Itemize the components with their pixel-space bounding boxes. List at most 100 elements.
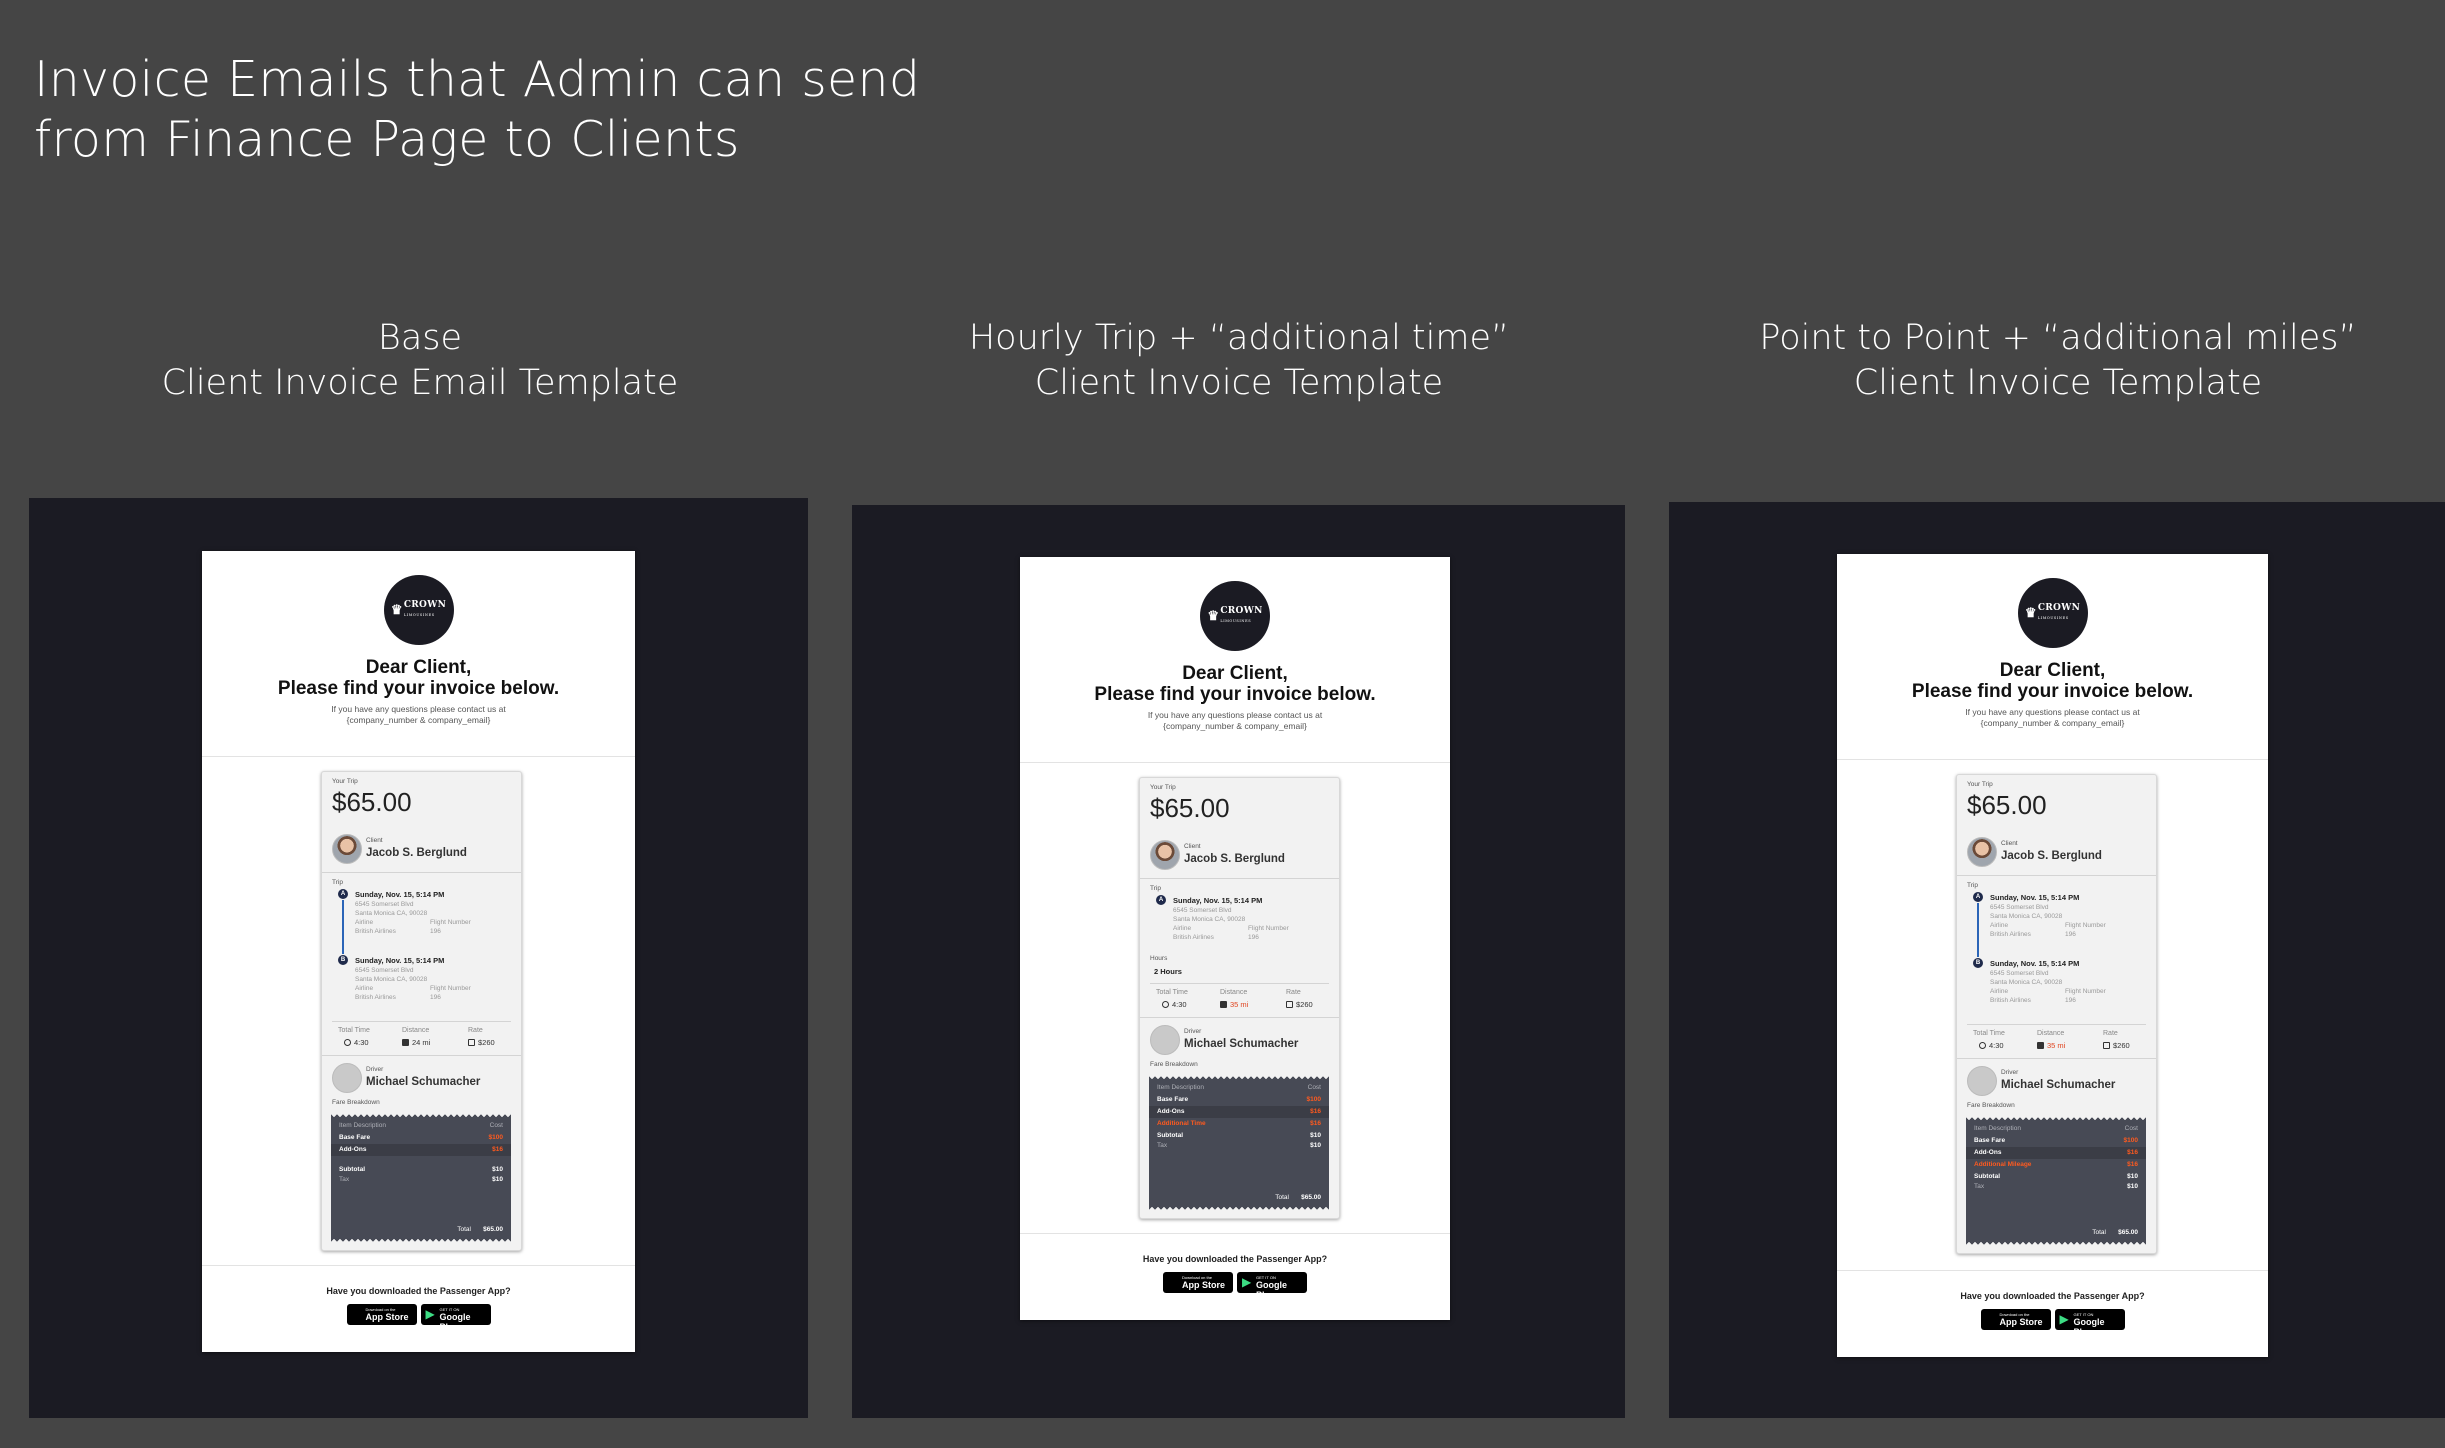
email-footer: Have you downloaded the Passenger App? Do…	[202, 1265, 635, 1352]
trip-label: Trip	[332, 879, 343, 886]
stop-marker-b: B	[1973, 958, 1983, 968]
driver-name: Michael Schumacher	[2001, 1079, 2116, 1091]
total-time-label: Total Time	[1156, 989, 1188, 996]
play-icon: ▶	[2059, 1312, 2069, 1326]
total-time-label: Total Time	[1973, 1030, 2005, 1037]
google-play-badge[interactable]: ▶ GET IT ON Google Play	[420, 1304, 491, 1332]
invoice-email-card: ♛ CROWN LIMOUSINES Dear Client, Please find …	[1020, 557, 1450, 1320]
play-icon: ▶	[1242, 1275, 1252, 1289]
flight-label: Flight Number	[430, 985, 471, 992]
address-line1: 6545 Somerset Blvd	[1990, 970, 2049, 977]
fare-item: Base Fare	[1974, 1137, 2006, 1144]
invoice-email-card: ♛ CROWN LIMOUSINES Dear Client, Please find …	[202, 551, 635, 1352]
flight-value: 196	[2065, 931, 2076, 938]
column-heading-line1: Hourly Trip + “additional time”	[968, 318, 1510, 358]
rate: $260	[2113, 1041, 2130, 1050]
store-badges: Download on the App Store ▶ GET IT ON Google…	[202, 1304, 635, 1332]
distance-label: Distance	[2037, 1030, 2065, 1037]
app-download-question: Have you downloaded the Passenger App?	[1960, 1291, 2145, 1301]
stop-marker-a: A	[338, 889, 348, 899]
rate-label: Rate	[2103, 1030, 2118, 1037]
total-time: 4:30	[354, 1038, 369, 1047]
fare-cost: $16	[2127, 1161, 2138, 1168]
store-badges: Download on the App Store ▶ GET IT ON Google…	[1837, 1309, 2268, 1337]
fare-cost: $16	[1310, 1108, 1321, 1115]
driver-label: Driver	[1184, 1028, 1202, 1035]
logo-name: CROWN	[403, 599, 447, 610]
route-line	[1977, 903, 1979, 957]
fare-item: Tax	[1974, 1183, 1985, 1190]
column-heading-base: Base Client Invoice Email Template	[10, 316, 830, 406]
stop-address: 6545 Somerset Blvd Santa Monica CA, 90028	[1173, 906, 1245, 924]
map-icon	[2037, 1042, 2044, 1049]
address-line1: 6545 Somerset Blvd	[355, 901, 414, 908]
stop-date: Sunday, Nov. 15, 5:14 PM	[1173, 896, 1263, 905]
app-store-badge[interactable]: Download on the App Store	[1163, 1272, 1233, 1293]
fare-item: Base Fare	[339, 1134, 371, 1141]
contact-line1: If you have any questions please contact…	[1147, 710, 1323, 720]
fare-row: Add-Ons $16	[1149, 1106, 1329, 1118]
fare-total-row: Total $65.00	[1966, 1227, 2146, 1239]
fare-item: Add-Ons	[1974, 1149, 2002, 1156]
your-trip-label: Your Trip	[1967, 781, 1993, 788]
fare-breakdown-label: Fare Breakdown	[332, 1099, 380, 1106]
rate: $260	[1296, 1000, 1313, 1009]
fare-row: Additional Mileage $16	[1966, 1159, 2146, 1171]
rate-icon	[2103, 1042, 2110, 1049]
logo-text: CROWN LIMOUSINES	[1220, 606, 1262, 626]
stop-date: Sunday, Nov. 15, 5:14 PM	[355, 890, 445, 899]
stop-date: Sunday, Nov. 15, 5:14 PM	[355, 956, 445, 965]
greeting-line2: Please find your invoice below.	[277, 678, 560, 699]
crown-logo: ♛ CROWN LIMOUSINES	[383, 575, 454, 645]
driver-avatar	[332, 1063, 362, 1093]
google-play-badge[interactable]: ▶ GET IT ON Google Play	[2054, 1309, 2125, 1337]
distance-value: 35 mi	[1220, 1000, 1248, 1009]
client-name: Jacob S. Berglund	[2001, 850, 2102, 862]
airline-value: British Airlines	[355, 994, 396, 1001]
fare-breakdown: Item Description Cost Base Fare $100 Add-Ons…	[331, 1118, 511, 1243]
address-line2: Santa Monica CA, 90028	[355, 910, 428, 917]
route-line	[342, 900, 344, 954]
logo-subtitle: LIMOUSINES	[403, 612, 435, 617]
greeting-line2: Please find your invoice below.	[1094, 684, 1376, 705]
driver-name: Michael Schumacher	[366, 1076, 481, 1088]
client-label: Client	[366, 837, 383, 844]
total-time: 4:30	[1989, 1041, 2004, 1050]
store-badges: Download on the App Store ▶ GET IT ON Google…	[1020, 1272, 1450, 1300]
fare-row: Add-Ons $16	[1966, 1147, 2146, 1159]
column-heading-line1: Base	[377, 318, 463, 358]
trip-amount: $65.00	[1150, 793, 1230, 823]
airline-label: Airline	[1173, 925, 1192, 932]
driver-name: Michael Schumacher	[1184, 1038, 1299, 1050]
divider	[332, 1021, 511, 1022]
contact-line2: {company_number & company_email}	[1980, 718, 2125, 728]
flight-info: Flight Number 196	[1248, 924, 1289, 942]
crown-icon: ♛	[1207, 608, 1220, 624]
app-store-bottom: App Store	[365, 1312, 409, 1322]
app-store-badge[interactable]: Download on the App Store	[346, 1304, 417, 1325]
logo-text: CROWN LIMOUSINES	[2038, 603, 2080, 623]
driver-avatar	[1150, 1025, 1180, 1055]
crown-icon: ♛	[2024, 605, 2037, 621]
fare-item: Tax	[1157, 1142, 1168, 1149]
fare-header-row: Item Description Cost	[331, 1120, 511, 1132]
rate-value: $260	[2103, 1041, 2130, 1050]
your-trip-label: Your Trip	[1150, 784, 1176, 791]
clock-icon	[1162, 1001, 1169, 1008]
fare-item: Tax	[339, 1176, 350, 1183]
app-store-badge[interactable]: Download on the App Store	[1980, 1309, 2051, 1330]
distance-value: 24 mi	[402, 1038, 430, 1047]
crown-icon: ♛	[390, 602, 403, 618]
fare-breakdown: Item Description Cost Base Fare $100 Add-Ons…	[1149, 1080, 1329, 1211]
fare-header-row: Item Description Cost	[1966, 1123, 2146, 1135]
column-heading-line2: Client Invoice Template	[1034, 363, 1444, 403]
google-play-badge[interactable]: ▶ GET IT ON Google Play	[1237, 1272, 1307, 1300]
total-time-value: 4:30	[1162, 1000, 1187, 1009]
flight-value: 196	[1248, 934, 1259, 941]
fare-header-row: Item Description Cost	[1149, 1082, 1329, 1094]
contact-note: If you have any questions please contact…	[202, 704, 635, 726]
fare-header-cost: Cost	[1307, 1084, 1321, 1091]
column-heading-line1: Point to Point + “additional miles”	[1759, 318, 2357, 358]
contact-line2: {company_number & company_email}	[346, 715, 491, 725]
trip-label: Trip	[1967, 882, 1978, 889]
